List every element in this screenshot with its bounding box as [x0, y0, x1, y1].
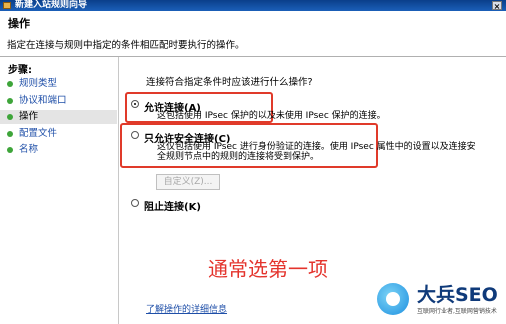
close-button[interactable]: ×	[492, 1, 502, 11]
step-protocol-ports[interactable]: 协议和端口	[0, 94, 117, 108]
watermark-tagline: 互联网行业者,互联网营销技术	[417, 308, 497, 315]
step-profile[interactable]: 配置文件	[0, 127, 117, 141]
step-rule-type[interactable]: 规则类型	[0, 77, 117, 91]
option-allow-connection[interactable]: 允许连接(A) 这包括使用 IPsec 保护的以及未使用 IPsec 保护的连接…	[131, 99, 391, 123]
radio-secure[interactable]	[131, 131, 139, 139]
title-bar: 新建入站规则向导 ×	[0, 0, 506, 11]
radio-block[interactable]	[131, 199, 139, 207]
option-allow-secure-connection[interactable]: 只允许安全连接(C) 这仅包括使用 IPsec 进行身份验证的连接。使用 IPs…	[131, 130, 481, 166]
action-question: 连接符合指定条件时应该进行什么操作?	[146, 77, 313, 88]
step-action[interactable]: 操作	[0, 110, 117, 124]
page-subtitle: 指定在连接与规则中指定的条件相匹配时要执行的操作。	[7, 40, 245, 51]
page-title: 操作	[8, 17, 30, 30]
help-link[interactable]: 了解操作的详细信息	[146, 302, 227, 315]
option-description: 这包括使用 IPsec 保护的以及未使用 IPsec 保护的连接。	[157, 111, 386, 121]
step-bullet-icon	[7, 131, 13, 137]
step-label: 配置文件	[19, 128, 58, 139]
step-name[interactable]: 名称	[0, 143, 117, 157]
firewall-icon	[3, 2, 11, 9]
radio-allow[interactable]	[131, 100, 139, 108]
steps-pane: 步骤: 规则类型 协议和端口 操作 配置文件 名称	[0, 57, 119, 324]
wizard-header: 操作 指定在连接与规则中指定的条件相匹配时要执行的操作。	[0, 11, 506, 57]
step-label: 操作	[19, 111, 39, 122]
step-bullet-icon	[7, 147, 13, 153]
watermark-brand: 大兵SEO	[417, 284, 498, 306]
window-title: 新建入站规则向导	[15, 0, 88, 10]
option-block-connection[interactable]: 阻止连接(K)	[131, 198, 251, 213]
step-label: 规则类型	[19, 78, 58, 89]
option-label: 阻止连接(K)	[144, 202, 201, 213]
customize-button[interactable]: 自定义(Z)...	[156, 174, 220, 190]
option-description: 全规则节点中的规则的连接将受到保护。	[157, 152, 320, 162]
step-bullet-icon	[7, 98, 13, 104]
step-bullet-icon	[7, 81, 13, 87]
brand-logo-icon	[377, 283, 409, 315]
annotation-text: 通常选第一项	[208, 257, 328, 281]
step-label: 名称	[19, 144, 39, 155]
step-bullet-icon	[7, 114, 13, 120]
step-label: 协议和端口	[19, 95, 67, 106]
watermark: 大兵SEO 互联网行业者,互联网营销技术	[377, 275, 503, 321]
steps-heading: 步骤:	[8, 65, 32, 76]
